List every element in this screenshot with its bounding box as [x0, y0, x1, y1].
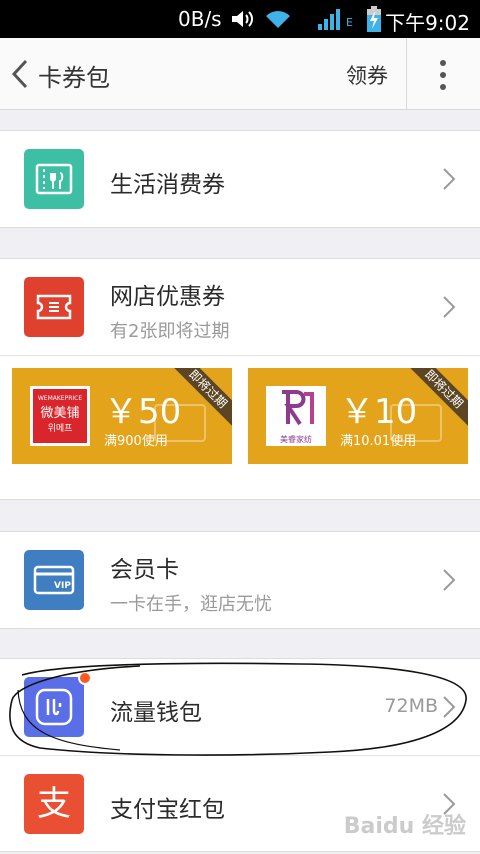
baidu-watermark: Baidu 经验	[343, 814, 466, 839]
hand-drawn-highlight	[9, 662, 467, 756]
